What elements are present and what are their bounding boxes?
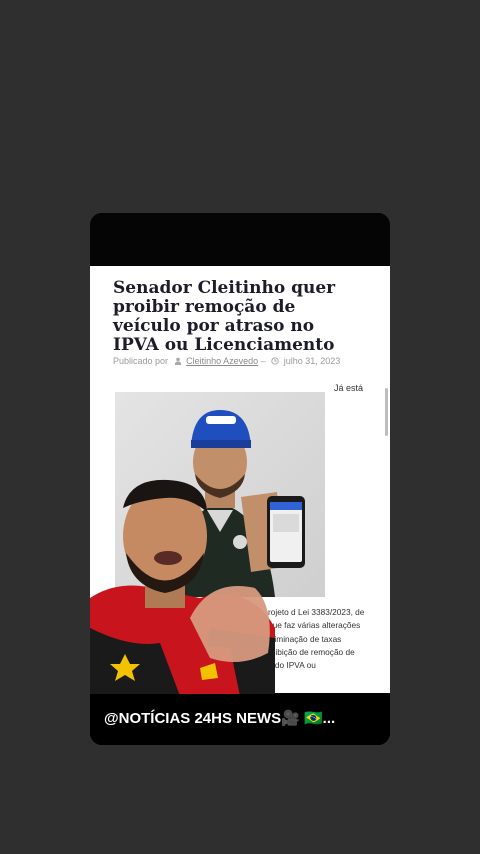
user-icon xyxy=(174,357,181,365)
published-by-label: Publicado por xyxy=(113,356,169,366)
story-card: Senador Cleitinho quer proibir remoção d… xyxy=(90,213,390,745)
presenter-video xyxy=(90,478,275,696)
body-line: que faz várias alterações xyxy=(268,620,361,631)
article-title: Senador Cleitinho quer proibir remoção d… xyxy=(113,278,336,355)
meta-separator: – xyxy=(260,356,266,366)
scrollbar[interactable] xyxy=(385,388,388,436)
side-text: Já está xyxy=(334,383,364,393)
article-meta: Publicado por Cleitinho Azevedo – julho … xyxy=(113,356,363,366)
body-line: roibição de remoção de xyxy=(268,646,355,657)
article-body: rojeto d Lei 3383/2023, de que faz vária… xyxy=(268,606,378,672)
channel-caption: @NOTÍCIAS 24HS NEWS🎥 🇧🇷... xyxy=(104,710,336,727)
clock-icon xyxy=(271,357,279,365)
story-top-bar xyxy=(90,213,390,266)
body-line: rojeto d Lei 3383/2023, de xyxy=(268,607,365,617)
body-line: eliminação de taxas xyxy=(268,633,342,644)
article-date: julho 31, 2023 xyxy=(283,356,341,366)
body-line: o do IPVA ou xyxy=(268,660,316,671)
author-link[interactable]: Cleitinho Azevedo xyxy=(186,356,258,366)
